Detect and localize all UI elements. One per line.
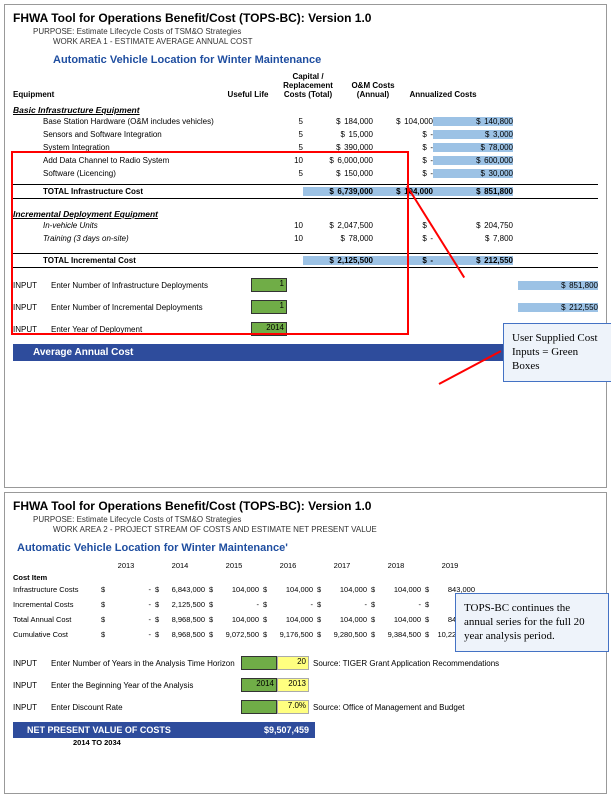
section-incr: Incremental Deployment Equipment	[13, 209, 598, 219]
npv-label: NET PRESENT VALUE OF COSTS	[19, 725, 229, 735]
total-incr-cap: 2,125,500	[337, 256, 373, 265]
input2-yellowbox-1: 2013	[277, 678, 309, 692]
total-infra-om: 104,000	[404, 187, 433, 196]
year-2013: 2013	[99, 560, 153, 571]
total-incr-row: TOTAL Incremental Cost $2,125,500 $- $21…	[13, 253, 598, 268]
subtitle-1: Automatic Vehicle Location for Winter Ma…	[53, 54, 598, 66]
year-2017: 2017	[315, 560, 369, 571]
purpose-2: PURPOSE: Estimate Lifecycle Costs of TSM…	[33, 515, 598, 524]
total-infra-row: TOTAL Infrastructure Cost $6,739,000 $10…	[13, 184, 598, 199]
total-incr-label: TOTAL Incremental Cost	[13, 256, 253, 265]
total-infra-ann: 851,800	[484, 187, 513, 196]
year-2016: 2016	[261, 560, 315, 571]
total-incr-ann: 212,550	[484, 256, 513, 265]
hdr-equipment: Equipment	[13, 90, 223, 99]
column-headers-1: Equipment Useful Life Capital / Replacem…	[13, 72, 598, 99]
workarea-2: WORK AREA 2 - PROJECT STREAM OF COSTS AN…	[53, 525, 598, 534]
basic-row-2: System Integration 5 $390,000 $- $78,000	[13, 141, 598, 154]
purpose-1: PURPOSE: Estimate Lifecycle Costs of TSM…	[33, 27, 598, 36]
year-2015: 2015	[207, 560, 261, 571]
hdr-annual: Annualized Costs	[403, 90, 483, 99]
input1-greenbox-1[interactable]: 1	[251, 300, 287, 314]
incr-row-1: Training (3 days on-site) 10 $78,000 $- …	[13, 232, 598, 245]
input2-greenbox-1[interactable]: 2014	[241, 678, 277, 692]
input2-yellowbox-0: 20	[277, 656, 309, 670]
basic-row-1: Sensors and Software Integration 5 $15,0…	[13, 128, 598, 141]
year-2014: 2014	[153, 560, 207, 571]
year-2018: 2018	[369, 560, 423, 571]
input1-greenbox-2[interactable]: 2014	[251, 322, 287, 336]
avg-annual-label: Average Annual Cost	[19, 347, 502, 358]
basic-row-0: Base Station Hardware (O&M includes vehi…	[13, 115, 598, 128]
input2-row-2: INPUT Enter Discount Rate 7.0% Source: O…	[13, 698, 598, 716]
input1-row-0: INPUT Enter Number of Infrastructure Dep…	[13, 276, 598, 294]
years-header: 2013201420152016201720182019	[13, 558, 598, 573]
title-1: FHWA Tool for Operations Benefit/Cost (T…	[13, 11, 598, 25]
callout-user-inputs: User Supplied Cost Inputs = Green Boxes	[503, 323, 611, 382]
input2-greenbox-0[interactable]	[241, 656, 277, 670]
input1-greenbox-0[interactable]: 1	[251, 278, 287, 292]
title-2: FHWA Tool for Operations Benefit/Cost (T…	[13, 499, 598, 513]
basic-row-4: Software (Licencing) 5 $150,000 $- $30,0…	[13, 167, 598, 180]
subtitle-2: Automatic Vehicle Location for Winter Ma…	[17, 542, 598, 554]
workarea-1: WORK AREA 1 - ESTIMATE AVERAGE ANNUAL CO…	[53, 37, 598, 46]
npv-years: 2014 TO 2034	[73, 738, 598, 747]
total-infra-cap: 6,739,000	[337, 187, 373, 196]
npv-value: $9,507,459	[229, 725, 309, 735]
panel-workarea2: FHWA Tool for Operations Benefit/Cost (T…	[4, 492, 607, 794]
hdr-om: O&M Costs (Annual)	[343, 81, 403, 99]
callout-series: TOPS-BC continues the annual series for …	[455, 593, 609, 652]
input2-yellowbox-2: 7.0%	[277, 700, 309, 714]
basic-row-3: Add Data Channel to Radio System 10 $6,0…	[13, 154, 598, 167]
npv-bar: NET PRESENT VALUE OF COSTS $9,507,459	[13, 722, 315, 738]
section-basic: Basic Infrastructure Equipment	[13, 105, 598, 115]
total-infra-label: TOTAL Infrastructure Cost	[13, 187, 253, 196]
input2-row-1: INPUT Enter the Beginning Year of the An…	[13, 676, 598, 694]
hdr-capital: Capital / Replacement Costs (Total)	[273, 72, 343, 99]
section-costitem: Cost Item	[13, 573, 598, 582]
hdr-usefullife: Useful Life	[223, 90, 273, 99]
year-2019: 2019	[423, 560, 477, 571]
panel-workarea1: FHWA Tool for Operations Benefit/Cost (T…	[4, 4, 607, 488]
input1-row-1: INPUT Enter Number of Incremental Deploy…	[13, 298, 598, 316]
input2-greenbox-2[interactable]	[241, 700, 277, 714]
incr-row-0: In-vehicle Units 10 $2,047,500 $- $204,7…	[13, 219, 598, 232]
input2-row-0: INPUT Enter Number of Years in the Analy…	[13, 654, 598, 672]
